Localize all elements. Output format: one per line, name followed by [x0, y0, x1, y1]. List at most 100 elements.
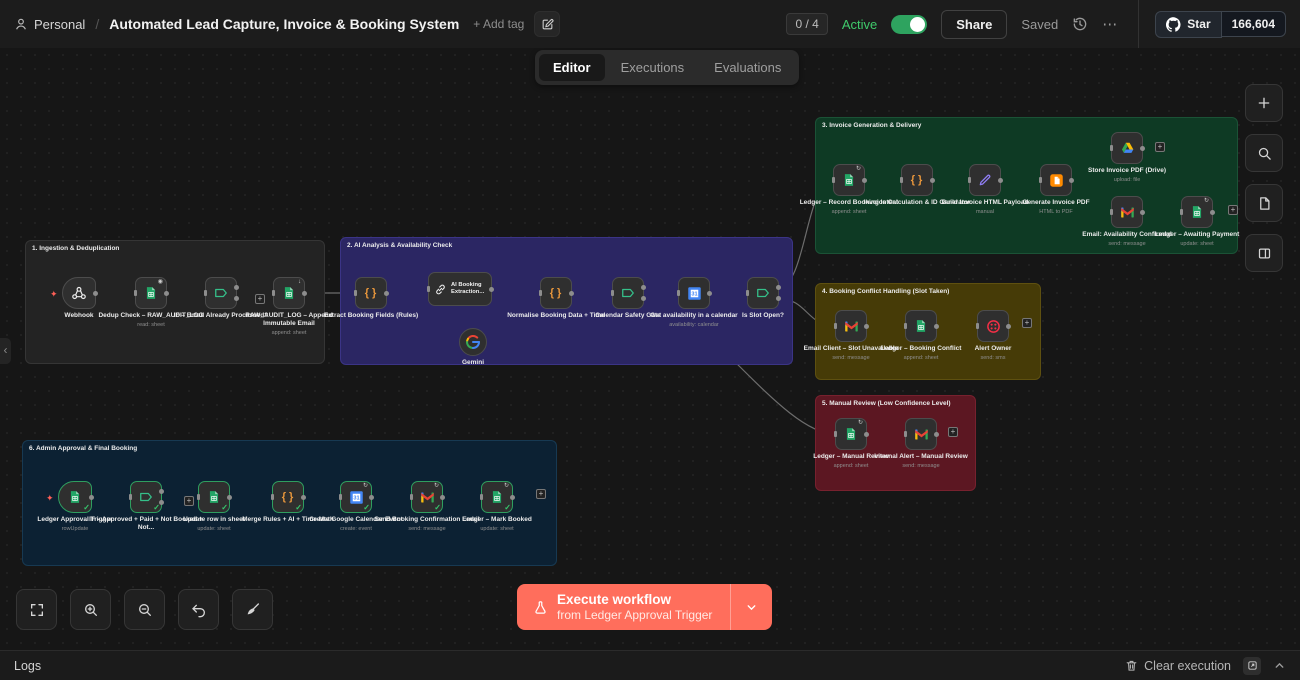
- flask-icon: [533, 599, 548, 616]
- group-g3[interactable]: 3. Invoice Generation & Delivery: [815, 117, 1238, 254]
- logs-bar[interactable]: Logs Clear execution: [0, 650, 1300, 680]
- node-internal-alert[interactable]: Internal Alert – Manual Reviewsend: mess…: [905, 418, 937, 450]
- trigger-issue-marker: ✦: [50, 290, 58, 299]
- rename-button[interactable]: [534, 11, 560, 37]
- split-panel-button[interactable]: [1245, 234, 1283, 272]
- top-header: Personal / Automated Lead Capture, Invoi…: [0, 0, 1300, 48]
- execute-options-button[interactable]: [730, 584, 772, 630]
- execute-workflow-label: Execute workflow: [557, 592, 712, 607]
- search-nodes-button[interactable]: [1245, 134, 1283, 172]
- google-sheets-icon: ✓: [58, 481, 92, 513]
- node-build-html[interactable]: Build Invoice HTML Payloadmanual: [969, 164, 1001, 196]
- node-email-confirm[interactable]: Email: Availability Confirmedsend: messa…: [1111, 196, 1143, 228]
- github-star-button[interactable]: Star: [1155, 11, 1221, 38]
- success-check-icon: ✓: [434, 504, 441, 512]
- node-webhook[interactable]: Webhook: [62, 277, 96, 309]
- google-sheets-icon: ↻: [835, 418, 867, 450]
- trash-icon: [1125, 659, 1138, 672]
- group-label: 5. Manual Review (Low Confidence Level): [822, 400, 951, 407]
- execute-workflow-sublabel: from Ledger Approval Trigger: [557, 608, 712, 622]
- add-node-stub[interactable]: +: [536, 489, 546, 499]
- refresh-badge-icon: ↻: [858, 420, 863, 426]
- fit-view-button[interactable]: [16, 589, 57, 630]
- tab-evaluations[interactable]: Evaluations: [700, 54, 795, 81]
- trigger-issue-marker: ✦: [46, 494, 54, 503]
- expand-logs-button[interactable]: [1273, 659, 1286, 672]
- zoom-in-button[interactable]: [70, 589, 111, 630]
- collapse-left-panel-button[interactable]: ‹: [0, 338, 11, 364]
- node-get-avail[interactable]: 31Get availability in a calendaravailabi…: [678, 277, 710, 309]
- undo-button[interactable]: [178, 589, 219, 630]
- node-ledger-record[interactable]: ↻Ledger – Record Booking Intentappend: s…: [833, 164, 865, 196]
- sticky-note-button[interactable]: [1245, 184, 1283, 222]
- node-raw-append[interactable]: ↓RAW_AUDIT_LOG – Append Immutable Emaila…: [273, 277, 305, 309]
- node-ai-booking[interactable]: AI Booking Extraction...: [428, 272, 492, 306]
- execute-workflow-button[interactable]: Execute workflow from Ledger Approval Tr…: [517, 584, 772, 630]
- zoom-out-button[interactable]: [124, 589, 165, 630]
- node-invoice-calc[interactable]: { }Invoice Calculation & ID Generator: [901, 164, 933, 196]
- node-alert-owner[interactable]: Alert Ownersend: sms: [977, 310, 1009, 342]
- node-cal-gate[interactable]: Calendar Safety Gate: [612, 277, 644, 309]
- toggle-knob: [910, 17, 925, 32]
- refresh-badge-icon: ↻: [504, 483, 509, 489]
- saved-status: Saved: [1021, 17, 1058, 32]
- node-dedup[interactable]: ◉Dedup Check – RAW_AUDIT_LOGread: sheet: [135, 277, 167, 309]
- clear-execution-label: Clear execution: [1144, 659, 1231, 673]
- node-is-slot[interactable]: Is Slot Open?: [747, 277, 779, 309]
- svg-text:31: 31: [691, 291, 697, 297]
- more-menu-button[interactable]: ⋯: [1102, 15, 1118, 33]
- code-icon: { }: [901, 164, 933, 196]
- popout-logs-button[interactable]: [1243, 657, 1261, 675]
- share-button[interactable]: Share: [941, 10, 1007, 39]
- tab-executions[interactable]: Executions: [607, 54, 699, 81]
- google-sheets-icon: ↻✓: [481, 481, 513, 513]
- node-gen-pdf[interactable]: Generate Invoice PDFHTML to PDF: [1040, 164, 1072, 196]
- workflow-title[interactable]: Automated Lead Capture, Invoice & Bookin…: [109, 16, 459, 32]
- history-button[interactable]: [1072, 16, 1088, 32]
- node-ledger-manual[interactable]: ↻Ledger – Manual Reviewappend: sheet: [835, 418, 867, 450]
- add-node-button[interactable]: [1245, 84, 1283, 122]
- add-tag-button[interactable]: + Add tag: [473, 17, 524, 31]
- node-email-client[interactable]: Email Client – Slot Unavailablesend: mes…: [835, 310, 867, 342]
- node-if-approved[interactable]: ✓IF – Approved + Paid + Not Booked + Not…: [130, 481, 162, 513]
- add-node-stub[interactable]: +: [1155, 142, 1165, 152]
- node-gemini[interactable]: Gemini: [459, 328, 487, 356]
- add-node-stub[interactable]: +: [255, 294, 265, 304]
- group-label: 4. Booking Conflict Handling (Slot Taken…: [822, 288, 949, 295]
- project-breadcrumb[interactable]: Personal: [14, 17, 85, 32]
- github-star-count[interactable]: 166,604: [1222, 11, 1286, 37]
- plus-icon: [1256, 95, 1272, 111]
- node-store-drive[interactable]: Store Invoice PDF (Drive)upload: file: [1111, 132, 1143, 164]
- node-ledger-booked[interactable]: ↻✓Ledger – Mark Bookedupdate: sheet: [481, 481, 513, 513]
- refresh-badge-icon: ↻: [434, 483, 439, 489]
- node-send-booking[interactable]: ↻✓Send Booking Confirmation Emailsend: m…: [411, 481, 443, 513]
- group-label: 6. Admin Approval & Final Booking: [29, 445, 137, 452]
- node-merge-rules[interactable]: { }✓Merge Rules + AI + Time Math: [272, 481, 304, 513]
- github-area: Star 166,604: [1138, 0, 1286, 48]
- active-toggle[interactable]: [891, 15, 927, 34]
- success-check-icon: ✓: [295, 504, 302, 512]
- workflow-canvas[interactable]: POSTtruefalseModel*Modeltruefalsetruefal…: [0, 0, 1300, 680]
- node-title: AI Booking Extraction...: [451, 282, 491, 296]
- if-icon: [747, 277, 779, 309]
- node-update-row[interactable]: ✓Update row in sheetupdate: sheet: [198, 481, 230, 513]
- add-node-stub[interactable]: +: [1228, 205, 1238, 215]
- add-node-stub[interactable]: +: [184, 496, 194, 506]
- node-approval-trigger[interactable]: ✓Ledger Approval TriggerrowUpdate: [58, 481, 92, 513]
- sticky-note-icon: [1257, 196, 1272, 211]
- node-ledger-conflict[interactable]: Ledger – Booking Conflictappend: sheet: [905, 310, 937, 342]
- node-if-email[interactable]: IF – Email Already Processed?: [205, 277, 237, 309]
- tidy-up-button[interactable]: [232, 589, 273, 630]
- tab-editor[interactable]: Editor: [539, 54, 605, 81]
- clear-execution-button[interactable]: Clear execution: [1125, 659, 1231, 673]
- gmail-icon: [905, 418, 937, 450]
- node-create-cal[interactable]: 31↻✓Create Google Calendar Eventcreate: …: [340, 481, 372, 513]
- pencil-icon: [969, 164, 1001, 196]
- pin-badge-icon: ◉: [158, 279, 163, 285]
- group-label: 2. AI Analysis & Availability Check: [347, 242, 452, 249]
- node-extract[interactable]: { }Extract Booking Fields (Rules): [355, 277, 387, 309]
- node-ledger-awaiting[interactable]: ↻Ledger – Awaiting Paymentupdate: sheet: [1181, 196, 1213, 228]
- add-node-stub[interactable]: +: [948, 427, 958, 437]
- node-normalise[interactable]: { }Normalise Booking Data + Time: [540, 277, 572, 309]
- add-node-stub[interactable]: +: [1022, 318, 1032, 328]
